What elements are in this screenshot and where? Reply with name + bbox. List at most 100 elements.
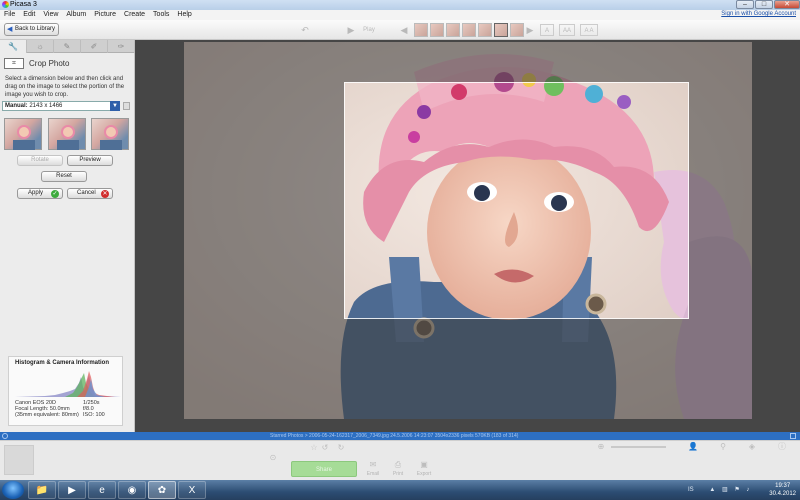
rotate-button[interactable]: Rotate (17, 155, 63, 166)
menu-create[interactable]: Create (120, 10, 149, 19)
menu-edit[interactable]: Edit (19, 10, 39, 19)
clock-date: 30.4.2012 (769, 491, 796, 497)
light-icon: ☼ (36, 42, 44, 51)
menu-bar: File Edit View Album Picture Create Tools Help … (0, 10, 800, 20)
email-label[interactable]: Email (361, 471, 385, 477)
chrome-icon[interactable]: ◉ (118, 481, 146, 499)
tags-icon[interactable]: ◈ (745, 442, 759, 452)
filmstrip-thumb[interactable] (446, 23, 460, 37)
internet-explorer-icon[interactable]: e (88, 481, 116, 499)
status-text: Starred Photos > 2006-05-24-162317_2006_… (270, 433, 519, 439)
rotate-right-icon[interactable]: ↻ (334, 443, 348, 453)
clock[interactable]: 19:37 30.4.2012 (769, 482, 796, 498)
crop-preset-thumb[interactable] (4, 118, 42, 150)
undo-icon[interactable]: ↶ (298, 24, 312, 36)
histogram-title: Histogram & Camera Information (15, 360, 110, 366)
filmstrip-thumb-current[interactable] (494, 23, 508, 37)
clock-time: 19:37 (775, 483, 791, 489)
menu-file[interactable]: File (0, 10, 19, 19)
dimension-value: 2143 x 1466 (29, 103, 63, 109)
picasa-logo-icon (2, 1, 9, 8)
crop-title: Crop Photo (29, 59, 70, 68)
rotate-left-icon[interactable]: ↺ (318, 443, 332, 453)
toolbar: ◀ Back to Library ↶ ▶ Play ◀ ▶ A AA A A (0, 20, 800, 40)
excel-icon[interactable]: X (178, 481, 206, 499)
play-label[interactable]: Play (358, 24, 380, 36)
language-indicator[interactable]: IS (688, 487, 694, 493)
cancel-label: Cancel (77, 190, 96, 196)
share-button[interactable]: Share (291, 461, 357, 477)
tray-selected-photo[interactable] (4, 445, 34, 475)
back-arrow-icon: ◀ (7, 26, 13, 33)
play-icon[interactable]: ▶ (345, 24, 357, 36)
preview-button[interactable]: Preview (67, 155, 113, 166)
close-button[interactable]: ✕ (774, 0, 800, 9)
people-icon[interactable]: 👤 (686, 442, 700, 452)
chevron-down-icon[interactable]: ▼ (110, 101, 120, 111)
explorer-icon[interactable]: 📁 (28, 481, 56, 499)
caption-small-icon[interactable]: A (540, 24, 554, 36)
tab-tuning[interactable]: ☼ (27, 40, 54, 53)
tab-effects[interactable]: ✎ (54, 40, 81, 53)
dimension-options-button[interactable] (123, 102, 130, 110)
tray-arrow-icon[interactable]: ▲ (709, 487, 715, 493)
volume-icon[interactable]: ♪ (746, 487, 749, 493)
status-bar: Starred Photos > 2006-05-24-162317_2006_… (0, 432, 800, 440)
tab-extra-effects[interactable]: ✑ (108, 40, 135, 53)
crop-preset-thumb[interactable] (48, 118, 86, 150)
crop-instructions: Select a dimension below and then click … (5, 76, 125, 98)
crop-selection[interactable] (344, 82, 689, 319)
filmstrip-thumb[interactable] (510, 23, 524, 37)
reset-button[interactable]: Reset (41, 171, 87, 182)
hold-icon[interactable]: ⊙ (266, 453, 280, 463)
next-photo-icon[interactable]: ▶ (524, 24, 536, 36)
effects-brush-2-icon: ✑ (117, 42, 125, 51)
taskbar: 📁 ▶ e ◉ ✿ X IS ▲ ▥ ⚑ ♪ 19:37 30.4.2012 (0, 480, 800, 500)
print-label[interactable]: Print (386, 471, 410, 477)
crop-preset-thumb[interactable] (91, 118, 129, 150)
tab-more-effects[interactable]: ✐ (81, 40, 108, 53)
apply-button[interactable]: Apply ✓ (17, 188, 63, 199)
picasa-icon[interactable]: ✿ (148, 481, 176, 499)
cancel-x-icon: ✕ (101, 190, 109, 198)
sign-in-link[interactable]: Sign in with Google Account (721, 11, 796, 17)
menu-tools[interactable]: Tools (149, 10, 173, 19)
caption-large-icon[interactable]: A A (580, 24, 598, 36)
tab-basic-fixes[interactable]: 🔧 (0, 40, 27, 53)
menu-album[interactable]: Album (62, 10, 90, 19)
back-to-library-label: Back to Library (15, 26, 56, 32)
menu-picture[interactable]: Picture (90, 10, 120, 19)
fullscreen-icon[interactable] (790, 433, 796, 439)
window-title: Picasa 3 (10, 1, 37, 8)
start-button[interactable] (2, 481, 24, 499)
info-icon[interactable]: ⓘ (775, 442, 789, 452)
caption-medium-icon[interactable]: AA (559, 24, 575, 36)
filmstrip-thumb[interactable] (478, 23, 492, 37)
network-icon[interactable]: ▥ (722, 487, 728, 493)
menu-view[interactable]: View (39, 10, 62, 19)
export-label[interactable]: Export (412, 471, 436, 477)
dimension-select[interactable]: Manual: 2143 x 1466 (2, 101, 120, 111)
previous-photo-icon[interactable]: ◀ (398, 24, 410, 36)
filmstrip-thumb[interactable] (430, 23, 444, 37)
zoom-icon[interactable]: ⊕ (594, 442, 608, 452)
places-icon[interactable]: ⚲ (716, 442, 730, 452)
filmstrip-thumb[interactable] (414, 23, 428, 37)
email-icon[interactable]: ✉ (366, 460, 380, 470)
filmstrip-thumb[interactable] (462, 23, 476, 37)
photo-canvas[interactable] (184, 42, 752, 419)
title-bar: Picasa 3 – □ ✕ (0, 0, 800, 10)
focal-equivalent: (35mm equivalent: 80mm) (15, 412, 79, 418)
export-icon[interactable]: ▣ (417, 460, 431, 470)
flag-icon[interactable]: ⚑ (734, 487, 739, 493)
cancel-button[interactable]: Cancel ✕ (67, 188, 113, 199)
maximize-button[interactable]: □ (755, 0, 773, 9)
minimize-button[interactable]: – (736, 0, 754, 9)
toggle-tray-icon[interactable] (2, 433, 8, 439)
print-icon[interactable]: ⎙ (391, 460, 405, 470)
menu-help[interactable]: Help (173, 10, 195, 19)
media-player-icon[interactable]: ▶ (58, 481, 86, 499)
back-to-library-button[interactable]: ◀ Back to Library (4, 23, 59, 36)
photo-tray: ⊙ ☆ ↺ ↻ Share ✉ Email ⎙ Print ▣ Export ⊕… (0, 440, 800, 480)
zoom-slider[interactable] (611, 446, 666, 448)
